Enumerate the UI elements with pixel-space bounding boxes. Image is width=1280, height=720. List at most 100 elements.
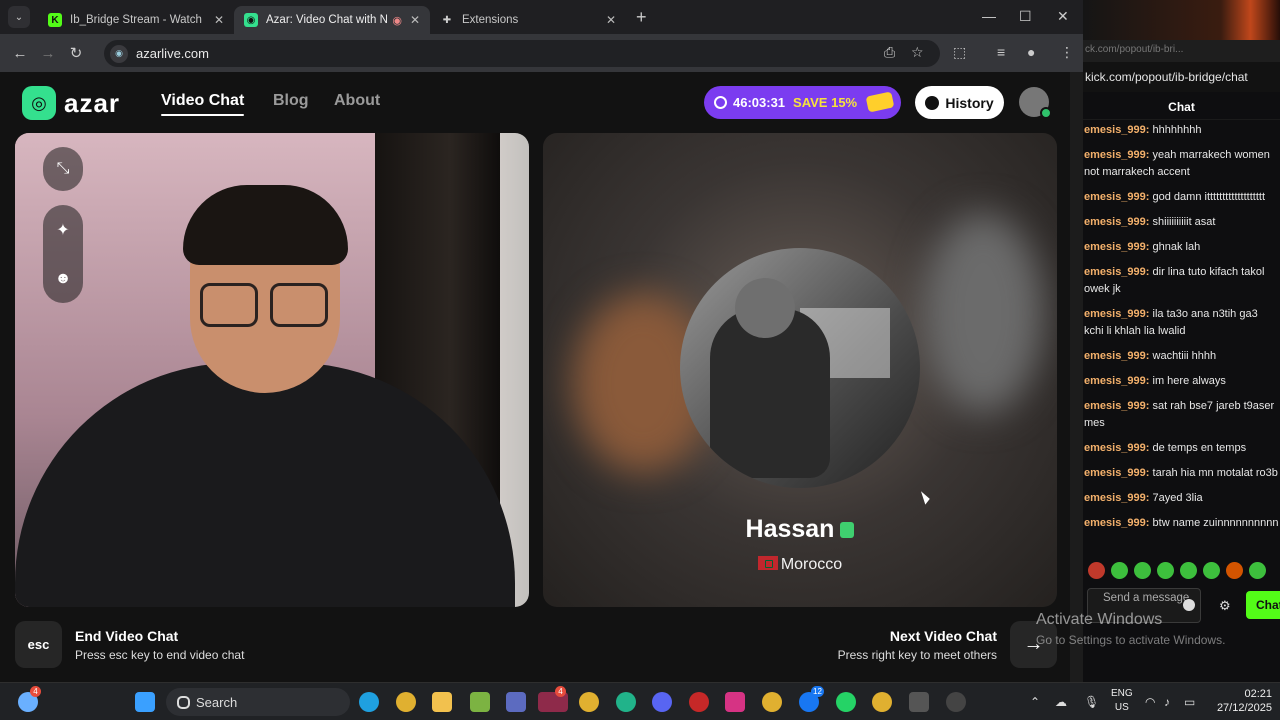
chat-username[interactable]: emesis_999:: [1084, 308, 1149, 320]
chat-username[interactable]: emesis_999:: [1084, 375, 1149, 387]
system-clock[interactable]: 02:21 27/12/2025: [1206, 687, 1272, 715]
emote-icon[interactable]: [1088, 562, 1105, 579]
chat-window-url[interactable]: kick.com/popout/ib-bridge/chat: [1083, 62, 1280, 92]
new-tab-button[interactable]: +: [636, 7, 647, 28]
site-info-icon[interactable]: ◉: [110, 44, 128, 63]
forward-icon[interactable]: →: [34, 45, 62, 62]
history-button[interactable]: History: [915, 86, 1004, 119]
ms-store-icon[interactable]: [470, 692, 490, 712]
tab-search-button[interactable]: ⌄: [8, 6, 30, 28]
bookmark-star-icon[interactable]: ☆: [911, 44, 924, 61]
back-icon[interactable]: ←: [6, 45, 34, 62]
chrome-icon[interactable]: [762, 692, 782, 712]
app-icon[interactable]: [616, 692, 636, 712]
chrome-icon[interactable]: [396, 692, 416, 712]
history-icon: [925, 95, 940, 110]
next-chat-title[interactable]: Next Video Chat: [890, 628, 997, 644]
tab-title: Extensions: [462, 14, 519, 26]
emote-icon[interactable]: [1157, 562, 1174, 579]
chat-message-list[interactable]: emesis_999: hhhhhhhh emesis_999: yeah mar…: [1083, 122, 1280, 534]
nav-blog[interactable]: Blog: [273, 92, 309, 110]
extensions-icon[interactable]: ⬚: [953, 44, 966, 61]
chat-message-text-continued: not marrakech accent: [1084, 166, 1190, 178]
file-explorer-icon[interactable]: [432, 692, 452, 712]
chat-username[interactable]: emesis_999:: [1084, 216, 1149, 228]
peer-name-text: Hassan: [745, 515, 835, 543]
coins-icon: [865, 91, 895, 113]
tab-azar[interactable]: ◉ Azar: Video Chat with New F ◉ ✕: [234, 6, 430, 34]
discord-icon[interactable]: [652, 692, 672, 712]
chat-popout-window: ck.com/popout/ib-bri... kick.com/popout/…: [1083, 0, 1280, 682]
chat-message: emesis_999: wachtiii hhhh: [1083, 348, 1280, 365]
wifi-icon[interactable]: ◠: [1145, 695, 1155, 709]
tab-extensions[interactable]: ✚ Extensions ✕: [430, 6, 626, 34]
chat-settings-icon[interactable]: ⚙: [1219, 598, 1231, 614]
azar-logo[interactable]: ◎ azar: [22, 86, 120, 120]
recording-icon: ◉: [392, 14, 402, 27]
start-windows-icon[interactable]: [135, 692, 155, 712]
chat-username[interactable]: emesis_999:: [1084, 124, 1149, 136]
user-avatar-button[interactable]: [1019, 87, 1052, 119]
minimize-icon[interactable]: —: [982, 8, 996, 24]
chrome-icon[interactable]: [872, 692, 892, 712]
taskbar-search-label: Search: [196, 694, 238, 710]
capcut-icon[interactable]: [909, 692, 929, 712]
promo-banner[interactable]: 46:03:31 SAVE 15%: [704, 86, 901, 119]
address-bar[interactable]: ◉ azarlive.com: [104, 40, 940, 67]
close-icon[interactable]: ✕: [214, 13, 224, 27]
instagram-icon[interactable]: [725, 692, 745, 712]
chat-username[interactable]: emesis_999:: [1084, 517, 1149, 529]
chat-message-text: wachtiii hhhh: [1152, 350, 1217, 362]
profile-icon[interactable]: ●: [1027, 44, 1035, 60]
chat-username[interactable]: emesis_999:: [1084, 350, 1149, 362]
microphone-icon[interactable]: 🎙: [1084, 695, 1099, 709]
language-indicator[interactable]: ENG US: [1111, 687, 1133, 715]
promo-timer: 46:03:31: [733, 95, 786, 110]
obs-icon[interactable]: [946, 692, 966, 712]
menu-icon[interactable]: ⋮: [1060, 44, 1074, 61]
chat-window-url-faded: ck.com/popout/ib-bri...: [1083, 40, 1280, 62]
chat-username[interactable]: emesis_999:: [1084, 492, 1149, 504]
maximize-icon[interactable]: ☐: [1019, 8, 1032, 25]
end-chat-title[interactable]: End Video Chat: [75, 628, 178, 644]
taskbar-search[interactable]: Search: [166, 688, 350, 716]
install-app-icon[interactable]: ⎙: [884, 44, 895, 61]
minimize-video-button[interactable]: ⤡: [43, 147, 83, 191]
chat-username[interactable]: emesis_999:: [1084, 442, 1149, 454]
media-control-icon[interactable]: ≡: [997, 44, 1005, 60]
tab-kick-stream[interactable]: K Ib_Bridge Stream - Watch Live o ✕: [38, 6, 234, 34]
face-filter-icon[interactable]: ☻: [55, 270, 72, 288]
sparkle-effects-icon[interactable]: ✦: [56, 220, 69, 240]
close-icon[interactable]: ✕: [606, 13, 616, 27]
chat-username[interactable]: emesis_999:: [1084, 241, 1149, 253]
emote-icon[interactable]: [1111, 562, 1128, 579]
nav-video-chat[interactable]: Video Chat: [161, 92, 245, 116]
whatsapp-icon[interactable]: [836, 692, 856, 712]
edge-icon[interactable]: [359, 692, 379, 712]
emote-icon[interactable]: [1249, 562, 1266, 579]
emote-icon[interactable]: [1134, 562, 1151, 579]
page-scrollbar[interactable]: [1070, 72, 1083, 682]
tray-overflow-icon[interactable]: ⌃: [1030, 695, 1040, 709]
tray-app-icon[interactable]: ☁: [1055, 695, 1067, 709]
chat-username[interactable]: emesis_999:: [1084, 149, 1149, 161]
app-icon[interactable]: [506, 692, 526, 712]
battery-icon[interactable]: ▭: [1184, 695, 1195, 709]
reload-icon[interactable]: ↻: [62, 44, 90, 62]
close-icon[interactable]: ✕: [410, 13, 420, 27]
volume-icon[interactable]: ♪: [1164, 695, 1170, 709]
nav-about[interactable]: About: [334, 92, 380, 110]
emote-icon[interactable]: [1203, 562, 1220, 579]
chat-username[interactable]: emesis_999:: [1084, 266, 1149, 278]
emote-icon[interactable]: [1180, 562, 1197, 579]
chat-username[interactable]: emesis_999:: [1084, 467, 1149, 479]
chrome-profile-icon[interactable]: [579, 692, 599, 712]
emoji-picker-icon[interactable]: [1183, 599, 1195, 611]
emote-icon[interactable]: [1226, 562, 1243, 579]
chat-username[interactable]: emesis_999:: [1084, 400, 1149, 412]
end-chat-key-button[interactable]: esc: [15, 621, 62, 668]
close-window-icon[interactable]: ✕: [1057, 8, 1069, 25]
send-chat-button[interactable]: Chat: [1246, 591, 1280, 619]
app-icon[interactable]: [689, 692, 709, 712]
chat-username[interactable]: emesis_999:: [1084, 191, 1149, 203]
